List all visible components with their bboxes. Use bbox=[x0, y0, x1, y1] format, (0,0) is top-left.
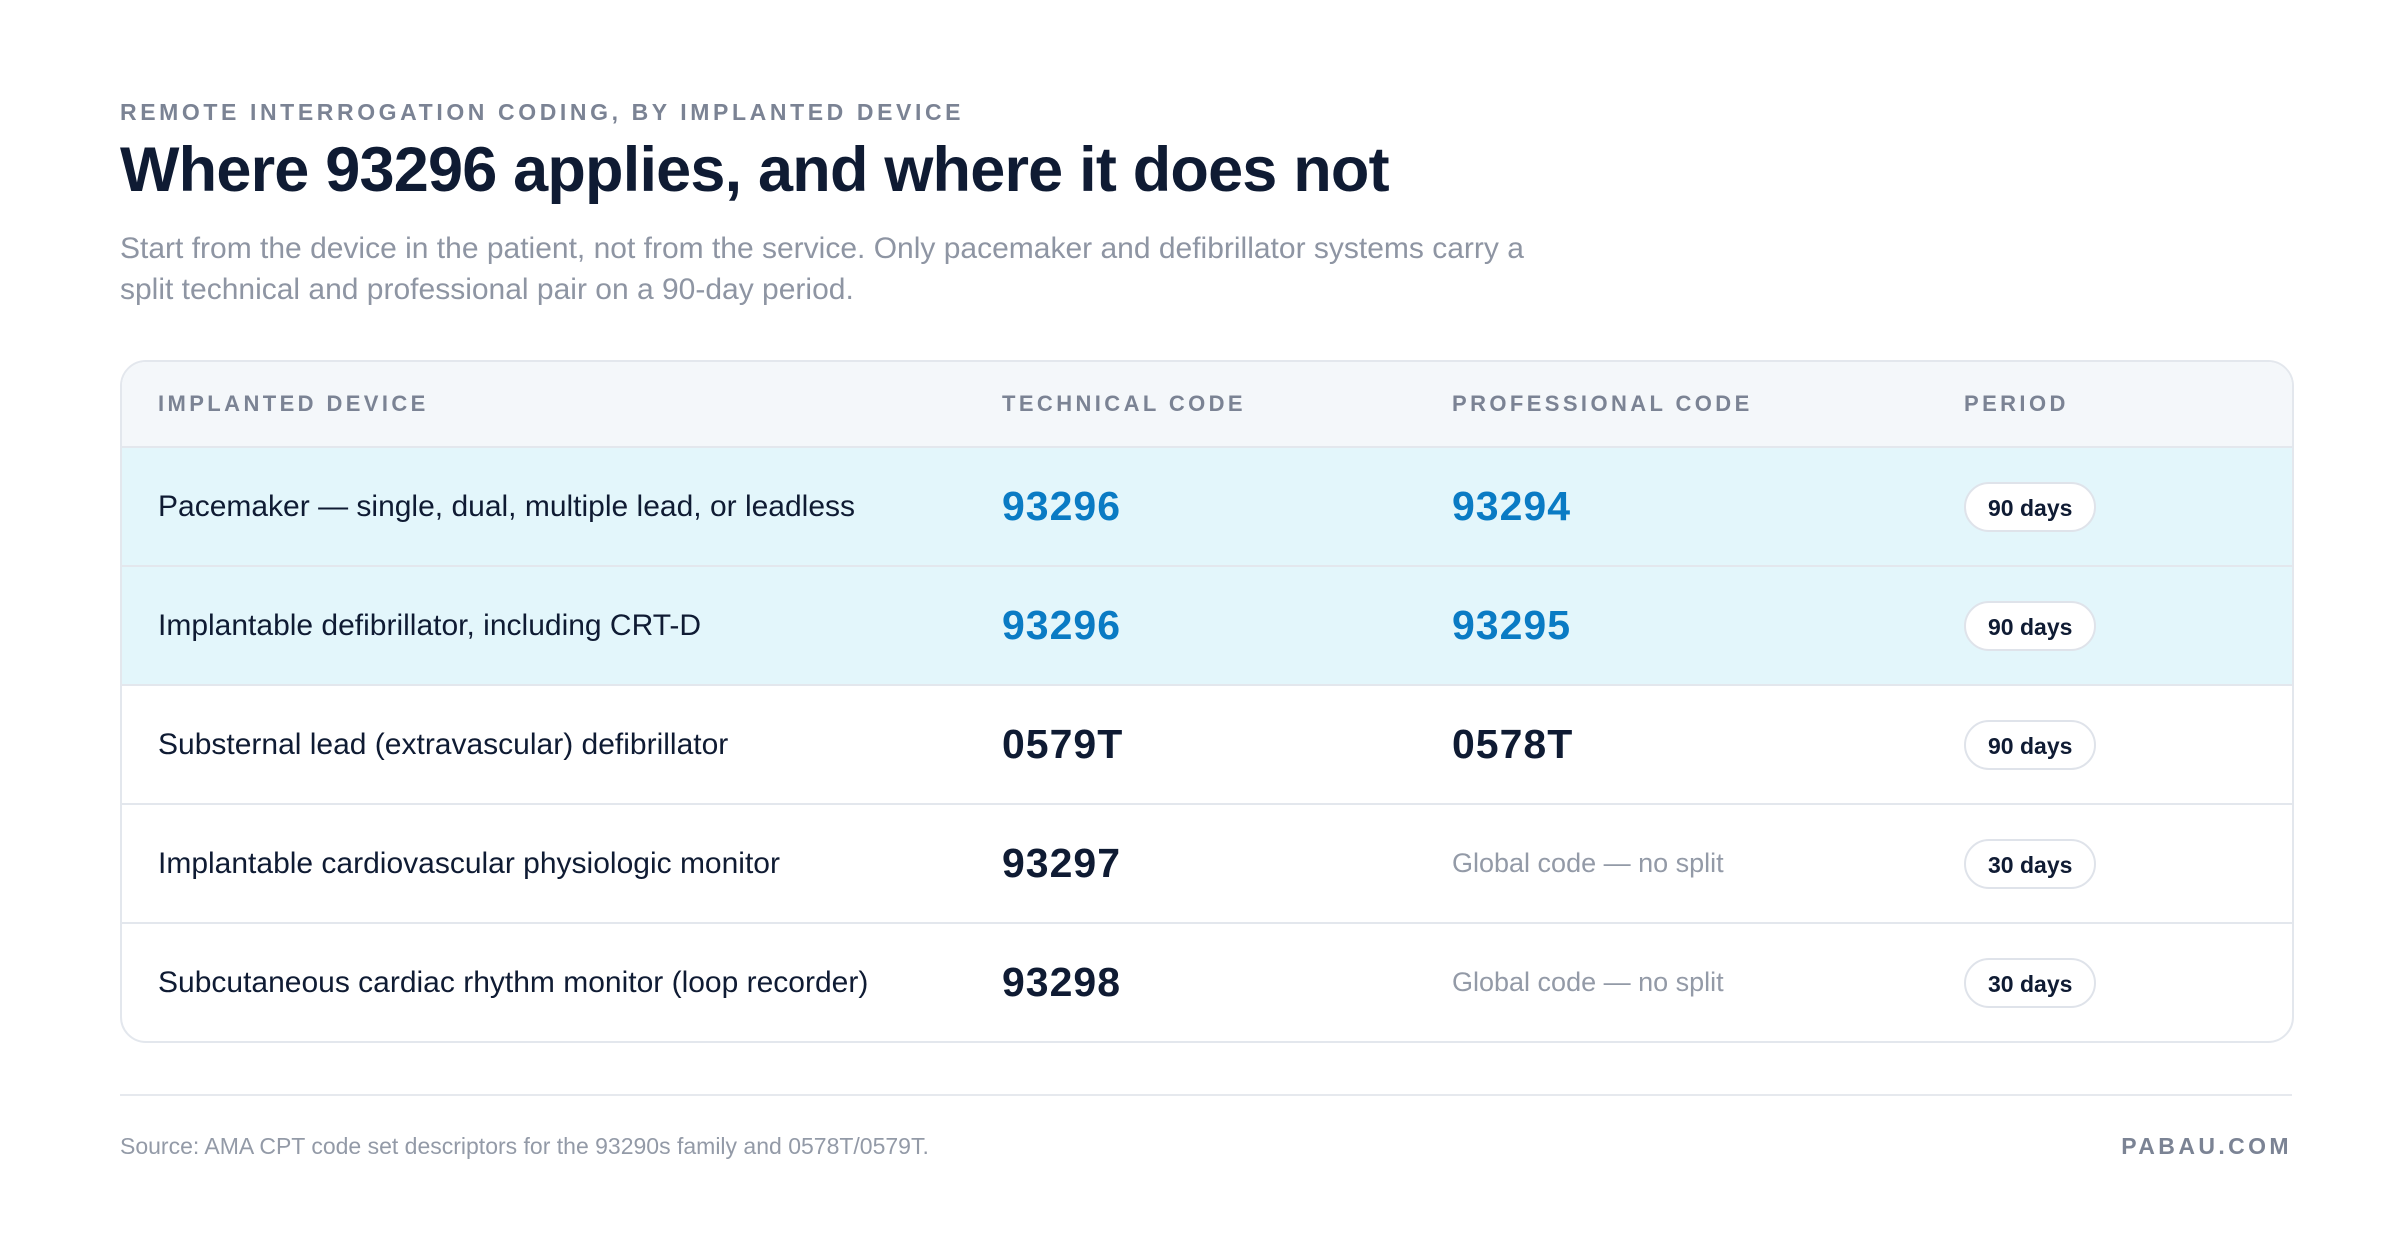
professional-code: 93295 bbox=[1452, 602, 1572, 648]
page: REMOTE INTERROGATION CODING, BY IMPLANTE… bbox=[120, 96, 2294, 1159]
brand-label: PABAU.COM bbox=[2121, 1133, 2292, 1159]
professional-code: 93294 bbox=[1452, 483, 1572, 529]
device-name: Implantable defibrillator, including CRT… bbox=[158, 608, 702, 642]
column-header-period: PERIOD bbox=[1964, 391, 2069, 416]
period-badge: 30 days bbox=[1964, 957, 2097, 1008]
period-badge: 90 days bbox=[1964, 481, 2097, 532]
footer-divider bbox=[120, 1094, 2292, 1096]
device-name: Pacemaker — single, dual, multiple lead,… bbox=[158, 489, 856, 523]
device-name: Subcutaneous cardiac rhythm monitor (loo… bbox=[158, 965, 869, 999]
eyebrow-label: REMOTE INTERROGATION CODING, BY IMPLANTE… bbox=[120, 99, 965, 125]
technical-code: 93297 bbox=[1002, 840, 1122, 886]
table-row: Substernal lead (extravascular) defibril… bbox=[122, 686, 2292, 805]
device-name: Implantable cardiovascular physiologic m… bbox=[158, 846, 780, 880]
technical-code: 93298 bbox=[1002, 959, 1122, 1005]
technical-code: 93296 bbox=[1002, 602, 1122, 648]
professional-code-note: Global code — no split bbox=[1452, 967, 1724, 997]
coding-table: IMPLANTED DEVICE TECHNICAL CODE PROFESSI… bbox=[120, 360, 2294, 1043]
technical-code: 93296 bbox=[1002, 483, 1122, 529]
table-header: IMPLANTED DEVICE TECHNICAL CODE PROFESSI… bbox=[122, 362, 2292, 448]
column-header-professional: PROFESSIONAL CODE bbox=[1452, 391, 1753, 416]
page-title: Where 93296 applies, and where it does n… bbox=[120, 135, 1390, 205]
period-badge: 90 days bbox=[1964, 719, 2097, 770]
column-header-technical: TECHNICAL CODE bbox=[1002, 391, 1246, 416]
source-note: Source: AMA CPT code set descriptors for… bbox=[120, 1133, 929, 1159]
table-row: Pacemaker — single, dual, multiple lead,… bbox=[122, 448, 2292, 567]
period-badge: 90 days bbox=[1964, 600, 2097, 651]
professional-code: 0578T bbox=[1452, 721, 1574, 767]
technical-code: 0579T bbox=[1002, 721, 1124, 767]
table-row: Implantable defibrillator, including CRT… bbox=[122, 567, 2292, 686]
period-badge: 30 days bbox=[1964, 838, 2097, 889]
device-name: Substernal lead (extravascular) defibril… bbox=[158, 727, 729, 761]
professional-code-note: Global code — no split bbox=[1452, 848, 1724, 878]
column-header-device: IMPLANTED DEVICE bbox=[158, 391, 429, 416]
table-row: Implantable cardiovascular physiologic m… bbox=[122, 805, 2292, 924]
page-subtitle: Start from the device in the patient, no… bbox=[120, 232, 1524, 306]
table-row: Subcutaneous cardiac rhythm monitor (loo… bbox=[122, 924, 2292, 1041]
